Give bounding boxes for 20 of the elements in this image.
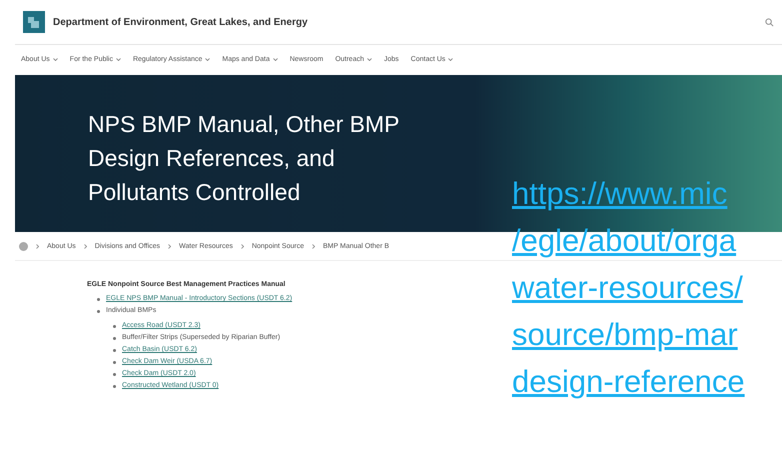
page-title: NPS BMP Manual, Other BMP — [88, 110, 400, 139]
chevron-right-icon — [240, 244, 244, 248]
site-title: Department of Environment, Great Lakes, and Energy — [53, 16, 309, 28]
home-icon[interactable] — [19, 242, 28, 250]
bullet-icon — [113, 324, 116, 328]
page-title: Design References, and — [88, 144, 335, 173]
chevron-right-icon — [312, 244, 315, 248]
page-title: Pollutants Controlled — [88, 178, 300, 207]
bullet-icon — [113, 360, 116, 364]
bullet-icon — [113, 372, 116, 376]
chevron-right-icon — [84, 244, 87, 248]
logo-icon — [23, 11, 45, 33]
chevron-right-icon — [168, 244, 172, 248]
bullet-icon — [97, 298, 100, 300]
search-icon[interactable] — [765, 18, 774, 26]
bullet-icon — [113, 348, 116, 352]
chevron-right-icon — [36, 244, 39, 248]
bullet-icon — [97, 310, 100, 312]
bullet-icon — [113, 384, 116, 388]
bullet-icon — [113, 336, 116, 340]
